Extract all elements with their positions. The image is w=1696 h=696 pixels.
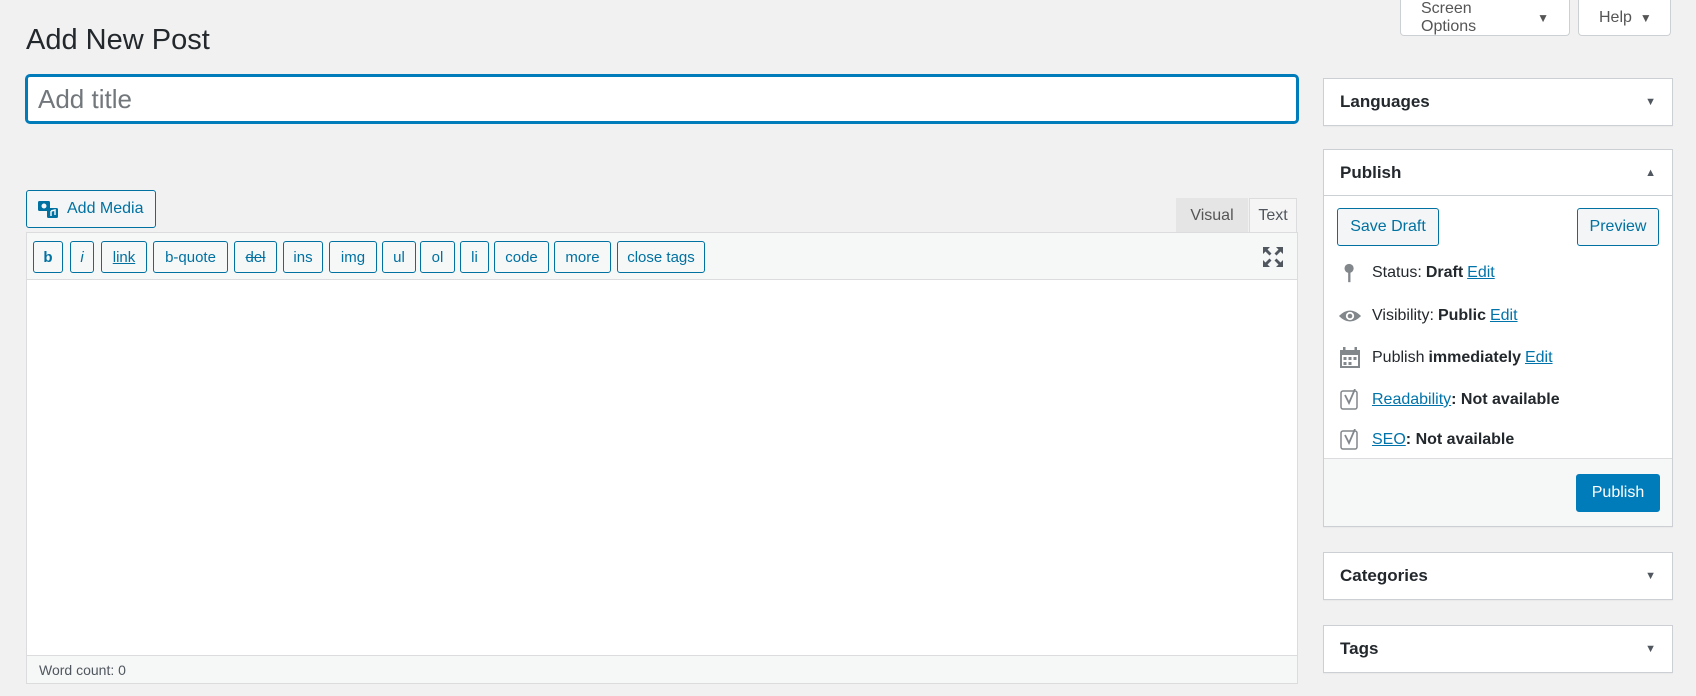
- languages-header[interactable]: Languages ▼: [1324, 79, 1672, 125]
- quicktag-ul-button[interactable]: ul: [382, 241, 416, 273]
- quicktag-li-button[interactable]: li: [460, 241, 489, 273]
- quicktags-toolbar: b i link b-quote del ins img ul ol li co…: [27, 233, 1297, 280]
- seo-link[interactable]: SEO: [1372, 431, 1406, 449]
- tab-visual[interactable]: Visual: [1176, 198, 1248, 232]
- categories-title: Categories: [1340, 566, 1428, 585]
- status-label: Status:: [1372, 264, 1422, 281]
- help-button[interactable]: Help ▼: [1578, 0, 1671, 36]
- publish-label: Publish: [1372, 349, 1425, 366]
- status-row: Status: Draft Edit: [1338, 259, 1495, 287]
- publish-value: immediately: [1428, 349, 1521, 366]
- preview-button[interactable]: Preview: [1577, 208, 1659, 246]
- calendar-icon: [1338, 346, 1362, 370]
- tags-header[interactable]: Tags ▼: [1324, 626, 1672, 672]
- add-media-button[interactable]: Add Media: [26, 190, 156, 228]
- publish-button[interactable]: Publish: [1576, 474, 1660, 512]
- publish-title: Publish: [1340, 162, 1402, 182]
- quicktag-close-tags-button[interactable]: close tags: [617, 241, 705, 273]
- edit-date-link[interactable]: Edit: [1525, 349, 1553, 367]
- add-media-label: Add Media: [67, 200, 144, 217]
- visibility-value: Public: [1437, 307, 1486, 324]
- word-count: Word count: 0: [27, 655, 1297, 683]
- quicktag-bold-button[interactable]: b: [33, 241, 63, 273]
- quicktag-bquote-button[interactable]: b-quote: [153, 241, 228, 273]
- readability-link[interactable]: Readability: [1372, 391, 1451, 409]
- tab-text[interactable]: Text: [1249, 198, 1297, 232]
- quicktag-img-button[interactable]: img: [329, 241, 377, 273]
- screen-options-button[interactable]: Screen Options ▼: [1400, 0, 1570, 36]
- eye-icon: [1338, 304, 1362, 328]
- quicktag-more-button[interactable]: more: [554, 241, 611, 273]
- quicktag-ins-button[interactable]: ins: [283, 241, 323, 273]
- readability-row: Readability : Not available: [1338, 386, 1560, 414]
- tags-box: Tags ▼: [1323, 625, 1673, 673]
- post-title-input[interactable]: [26, 75, 1298, 123]
- publish-header[interactable]: Publish ▲: [1324, 150, 1672, 196]
- edit-visibility-link[interactable]: Edit: [1490, 307, 1518, 325]
- fullscreen-button[interactable]: [1261, 245, 1285, 269]
- triangle-down-icon: ▼: [1537, 10, 1549, 25]
- expand-icon: [1263, 247, 1283, 267]
- visibility-row: Visibility: Public Edit: [1338, 302, 1518, 330]
- page-title: Add New Post: [26, 24, 210, 56]
- quicktag-italic-button[interactable]: i: [70, 241, 94, 273]
- save-draft-button[interactable]: Save Draft: [1337, 208, 1439, 246]
- visibility-label: Visibility:: [1372, 307, 1434, 324]
- yoast-icon: [1338, 428, 1362, 452]
- screen-options-label: Screen Options: [1421, 0, 1477, 35]
- quicktag-del-button[interactable]: del: [234, 241, 277, 273]
- triangle-up-icon[interactable]: ▲: [1645, 167, 1656, 179]
- media-icon: [38, 201, 58, 218]
- languages-title: Languages: [1340, 92, 1430, 111]
- quicktag-code-button[interactable]: code: [494, 241, 549, 273]
- text-editor: b i link b-quote del ins img ul ol li co…: [26, 232, 1298, 684]
- languages-box: Languages ▼: [1323, 78, 1673, 126]
- quicktag-ol-button[interactable]: ol: [420, 241, 455, 273]
- pin-icon: [1338, 261, 1362, 285]
- categories-header[interactable]: Categories ▼: [1324, 553, 1672, 599]
- publish-box: Publish ▲ Save Draft Preview Status: Dra…: [1323, 149, 1673, 527]
- publish-actions: Publish: [1324, 458, 1672, 526]
- triangle-down-icon[interactable]: ▼: [1645, 643, 1656, 655]
- categories-box: Categories ▼: [1323, 552, 1673, 600]
- help-label: Help: [1599, 8, 1632, 26]
- seo-row: SEO : Not available: [1338, 426, 1514, 454]
- yoast-icon: [1338, 388, 1362, 412]
- quicktag-link-button[interactable]: link: [101, 241, 147, 273]
- status-value: Draft: [1425, 264, 1464, 281]
- readability-value: : Not available: [1451, 391, 1560, 408]
- edit-status-link[interactable]: Edit: [1467, 264, 1495, 282]
- triangle-down-icon: ▼: [1639, 10, 1652, 25]
- triangle-down-icon[interactable]: ▼: [1645, 96, 1656, 108]
- seo-value: : Not available: [1405, 431, 1515, 448]
- tags-title: Tags: [1340, 639, 1379, 658]
- triangle-down-icon[interactable]: ▼: [1645, 570, 1656, 582]
- publish-date-row: Publish immediately Edit: [1338, 344, 1553, 372]
- editor-textarea[interactable]: [27, 280, 1297, 658]
